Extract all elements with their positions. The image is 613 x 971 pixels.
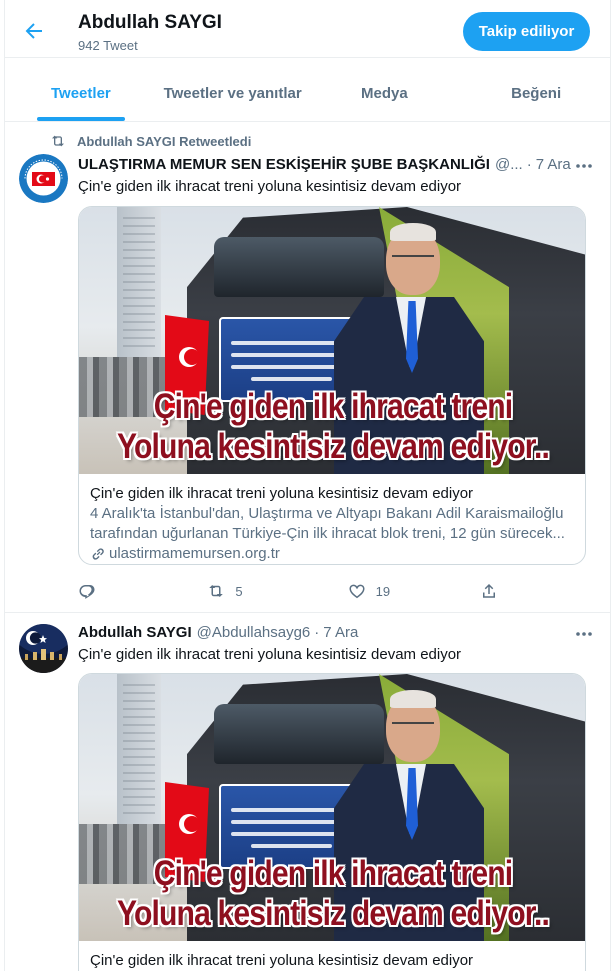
tweet-header: Abdullah SAYGI @Abdullahsayg6 · 7 Ara — [78, 624, 358, 641]
back-arrow-icon[interactable] — [22, 19, 46, 43]
tweet[interactable]: Abdullah SAYGI @Abdullahsayg6 · 7 Ara Çi… — [5, 614, 610, 971]
tweet-author-handle[interactable]: @Abdullahsayg6 — [197, 624, 311, 641]
share-icon — [482, 583, 495, 598]
avatar[interactable] — [19, 624, 68, 673]
link-card-domain-text: ulastirmamemursen.org.tr — [109, 545, 280, 562]
profile-header: Abdullah SAYGI 942 Tweet Takip ediliyor — [5, 0, 610, 58]
link-card-body: Çin'e giden ilk ihracat treni yoluna kes… — [79, 474, 585, 564]
tweet-count: 942 Tweet — [78, 38, 138, 53]
image-caption-line: Çin'e giden ilk ihracat treni — [153, 387, 513, 426]
tweet-time[interactable]: 7 Ara — [536, 156, 571, 173]
tab-likes[interactable]: Beğeni — [460, 66, 610, 121]
tweet-actions: 5 19 — [78, 582, 508, 600]
profile-tabs: Tweetler Tweetler ve yanıtlar Medya Beğe… — [5, 66, 610, 122]
image-caption-line: Yoluna kesintisiz devam ediyor.. — [117, 894, 550, 933]
profile-name: Abdullah SAYGI — [78, 12, 222, 33]
retweet-icon — [52, 135, 64, 147]
image-caption-line: Yoluna kesintisiz devam ediyor.. — [117, 427, 550, 466]
tweet-author-handle[interactable]: @... — [495, 156, 523, 173]
link-card-body: Çin'e giden ilk ihracat treni yoluna kes… — [79, 941, 585, 971]
tweet-time[interactable]: 7 Ara — [323, 624, 358, 641]
more-options-icon[interactable] — [572, 624, 596, 644]
image-caption-line: Çin'e giden ilk ihracat treni — [153, 854, 513, 893]
link-card-domain: ulastirmamemursen.org.tr — [90, 544, 574, 564]
separator-dot: · — [314, 624, 320, 641]
tab-tweets-and-replies[interactable]: Tweetler ve yanıtlar — [157, 66, 309, 121]
reply-button[interactable] — [78, 582, 207, 600]
link-card-image: Çin'e giden ilk ihracat treni Yoluna kes… — [79, 207, 585, 474]
tweet[interactable]: Abdullah SAYGI Retweetledi ULAŞTIRMA MEM… — [5, 122, 610, 613]
profile-timeline: Abdullah SAYGI 942 Tweet Takip ediliyor … — [4, 0, 611, 971]
avatar[interactable] — [19, 154, 68, 203]
tweet-author-name[interactable]: Abdullah SAYGI — [78, 624, 192, 641]
link-card-title: Çin'e giden ilk ihracat treni yoluna kes… — [90, 485, 474, 502]
tweet-text: Çin'e giden ilk ihracat treni yoluna kes… — [78, 178, 462, 195]
link-card[interactable]: Çin'e giden ilk ihracat treni Yoluna kes… — [78, 206, 586, 565]
link-card-image: Çin'e giden ilk ihracat treni Yoluna kes… — [79, 674, 585, 941]
tweet-author-name[interactable]: ULAŞTIRMA MEMUR SEN ESKİŞEHİR ŞUBE BAŞKA… — [78, 156, 490, 173]
share-button[interactable] — [480, 582, 508, 600]
like-count: 19 — [375, 583, 391, 599]
separator-dot: · — [526, 156, 532, 173]
tab-media[interactable]: Medya — [309, 66, 461, 121]
like-button[interactable]: 19 — [348, 582, 480, 600]
link-card-description: tarafından uğurlanan Türkiye-Çin ilk ihr… — [90, 525, 565, 542]
heart-icon — [349, 584, 365, 599]
retweet-context-label: Abdullah SAYGI Retweetledi — [77, 133, 252, 149]
tab-tweets[interactable]: Tweetler — [5, 66, 157, 121]
link-card-title: Çin'e giden ilk ihracat treni yoluna kes… — [90, 952, 474, 969]
retweet-count: 5 — [235, 583, 243, 599]
retweet-context: Abdullah SAYGI Retweetledi — [49, 133, 251, 149]
retweet-icon — [209, 585, 224, 597]
link-icon — [92, 548, 104, 560]
more-options-icon[interactable] — [572, 156, 596, 176]
reply-icon — [79, 585, 95, 599]
link-card-description: 4 Aralık'ta İstanbul'dan, Ulaştırma ve A… — [90, 505, 564, 522]
tweet-header: ULAŞTIRMA MEMUR SEN ESKİŞEHİR ŞUBE BAŞKA… — [78, 156, 571, 173]
tweet-text: Çin'e giden ilk ihracat treni yoluna kes… — [78, 646, 462, 663]
retweet-button[interactable]: 5 — [207, 582, 347, 600]
link-card[interactable]: Çin'e giden ilk ihracat treni Yoluna kes… — [78, 673, 586, 971]
following-button[interactable]: Takip ediliyor — [463, 12, 590, 51]
